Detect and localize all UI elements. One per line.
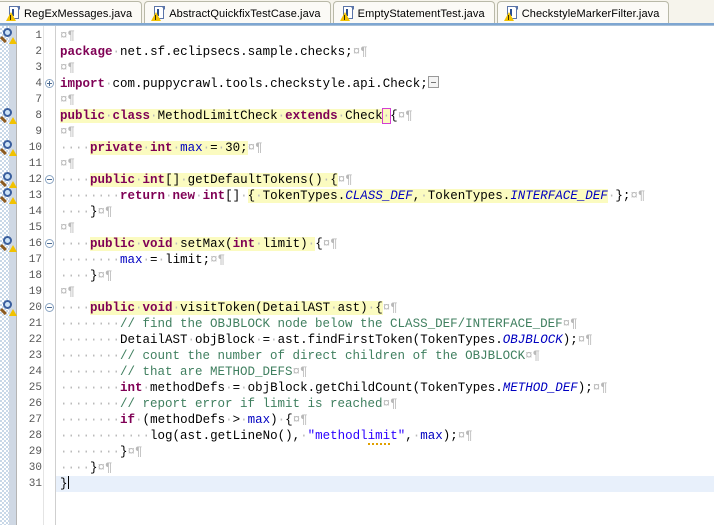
- fold-collapse-icon[interactable]: [45, 303, 54, 312]
- line-number: 30: [28, 462, 42, 474]
- search-match-warning-marker-icon[interactable]: [0, 300, 17, 316]
- fold-expand-icon[interactable]: [45, 79, 54, 88]
- line-number: 22: [28, 334, 42, 346]
- code-line[interactable]: ········// report error if limit is reac…: [60, 396, 714, 412]
- code-line[interactable]: ····public·int[]·getDefaultTokens()·{¤¶: [60, 172, 714, 188]
- code-line[interactable]: ············log(ast.getLineNo(),·"method…: [60, 428, 714, 445]
- line-number: 26: [28, 398, 42, 410]
- code-line[interactable]: ········}¤¶: [60, 444, 714, 460]
- source-editor[interactable]: 1 2 3 4 7 8 9 10 11 12 13 14 15 16 17 18 19 20 21 22 23 24 25 2…: [0, 26, 714, 525]
- code-line[interactable]: ········if·(methodDefs·>·max)·{¤¶: [60, 412, 714, 428]
- line-number-ruler: 1 2 3 4 7 8 9 10 11 12 13 14 15 16 17 18 19 20 21 22 23 24 25 2…: [17, 26, 43, 525]
- code-line[interactable]: ¤¶: [60, 124, 714, 140]
- line-number: 4: [35, 78, 42, 90]
- code-line[interactable]: ····}¤¶: [60, 460, 714, 476]
- line-number: 1: [35, 30, 42, 42]
- code-line[interactable]: ····}¤¶: [60, 204, 714, 220]
- code-text-area[interactable]: ¤¶ package·net.sf.eclipsecs.sample.checks…: [56, 26, 714, 525]
- line-number: 16: [28, 238, 42, 250]
- marker-annotation-ruler[interactable]: [0, 26, 17, 525]
- code-line[interactable]: public·class·MethodLimitCheck·extends·Ch…: [60, 108, 714, 124]
- line-number: 21: [28, 318, 42, 330]
- search-match-warning-marker-icon[interactable]: [0, 236, 17, 252]
- line-number: 29: [28, 446, 42, 458]
- editor-tab-bar: RegExMessages.java AbstractQuickfixTestC…: [0, 0, 714, 26]
- line-number: 14: [28, 206, 42, 218]
- line-number: 10: [28, 142, 42, 154]
- line-number: 12: [28, 174, 42, 186]
- code-line[interactable]: ········int·methodDefs·=·objBlock.getChi…: [60, 380, 714, 396]
- search-match-warning-marker-icon[interactable]: [0, 28, 17, 44]
- java-file-warning-icon: [339, 6, 354, 21]
- line-number: 11: [28, 158, 42, 170]
- line-number: 27: [28, 414, 42, 426]
- search-match-warning-marker-icon[interactable]: [0, 140, 17, 156]
- editor-tab-label: AbstractQuickfixTestCase.java: [169, 7, 321, 20]
- line-number: 31: [28, 478, 42, 490]
- search-match-warning-marker-icon[interactable]: [0, 108, 17, 124]
- collapsed-region-marker[interactable]: [427, 76, 439, 88]
- code-line[interactable]: ····private·int·max·=·30;¤¶: [60, 140, 714, 156]
- code-line[interactable]: }: [56, 476, 714, 492]
- line-number: 23: [28, 350, 42, 362]
- code-line[interactable]: ¤¶: [60, 156, 714, 172]
- code-line[interactable]: ········// that are METHOD_DEFS¤¶: [60, 364, 714, 380]
- code-line[interactable]: ¤¶: [60, 220, 714, 236]
- editor-tab-checkstylemarkerfilter[interactable]: CheckstyleMarkerFilter.java: [496, 1, 670, 25]
- fold-collapse-icon[interactable]: [45, 175, 54, 184]
- ruler-strip: [9, 26, 16, 525]
- code-line[interactable]: ¤¶: [60, 60, 714, 76]
- java-file-warning-icon: [6, 6, 20, 21]
- java-file-warning-icon: [151, 6, 166, 21]
- code-line[interactable]: ········// find the OBJBLOCK node below …: [60, 316, 714, 332]
- editor-tab-label: CheckstyleMarkerFilter.java: [521, 7, 660, 20]
- code-line[interactable]: package·net.sf.eclipsecs.sample.checks;¤…: [60, 44, 714, 60]
- code-line[interactable]: ¤¶: [60, 284, 714, 300]
- line-number: 7: [35, 94, 42, 106]
- line-number: 25: [28, 382, 42, 394]
- code-line[interactable]: ········return·new·int[]·{·TokenTypes.CL…: [60, 188, 714, 204]
- editor-tab-regexmessages[interactable]: RegExMessages.java: [0, 1, 143, 25]
- line-number: 20: [28, 302, 42, 314]
- line-number: 17: [28, 254, 42, 266]
- editor-tab-emptystatementtest[interactable]: EmptyStatementTest.java: [332, 1, 495, 25]
- line-number: 24: [28, 366, 42, 378]
- search-match-warning-marker-icon[interactable]: [0, 188, 17, 204]
- code-line[interactable]: ····public·void·visitToken(DetailAST·ast…: [60, 300, 714, 316]
- code-line[interactable]: ¤¶: [60, 28, 714, 44]
- text-caret: [67, 476, 69, 489]
- line-number: 9: [35, 126, 42, 138]
- search-match-warning-marker-icon[interactable]: [0, 172, 17, 188]
- line-number: 15: [28, 222, 42, 234]
- line-number: 3: [35, 62, 42, 74]
- fold-collapse-icon[interactable]: [45, 239, 54, 248]
- editor-tab-label: EmptyStatementTest.java: [357, 7, 485, 20]
- line-number: 8: [35, 110, 42, 122]
- code-line[interactable]: ····public·void·setMax(int·limit)·{¤¶: [60, 236, 714, 252]
- code-line[interactable]: ········DetailAST·objBlock·=·ast.findFir…: [60, 332, 714, 348]
- java-file-warning-icon: [503, 6, 518, 21]
- line-number: 28: [28, 430, 42, 442]
- editor-tab-abstractquickfixtestcase[interactable]: AbstractQuickfixTestCase.java: [144, 1, 331, 25]
- line-number: 2: [35, 46, 42, 58]
- eclipse-java-editor-window: RegExMessages.java AbstractQuickfixTestC…: [0, 0, 714, 525]
- code-line[interactable]: ········// count the number of direct ch…: [60, 348, 714, 364]
- folding-ruler[interactable]: [43, 26, 56, 525]
- code-line[interactable]: ········max·=·limit;¤¶: [60, 252, 714, 268]
- editor-tab-label: RegExMessages.java: [24, 7, 133, 20]
- line-number: 19: [28, 286, 42, 298]
- line-number: 13: [28, 190, 42, 202]
- line-number: 18: [28, 270, 42, 282]
- code-line[interactable]: ····}¤¶: [60, 268, 714, 284]
- code-line[interactable]: import·com.puppycrawl.tools.checkstyle.a…: [60, 76, 714, 92]
- code-line[interactable]: ¤¶: [60, 92, 714, 108]
